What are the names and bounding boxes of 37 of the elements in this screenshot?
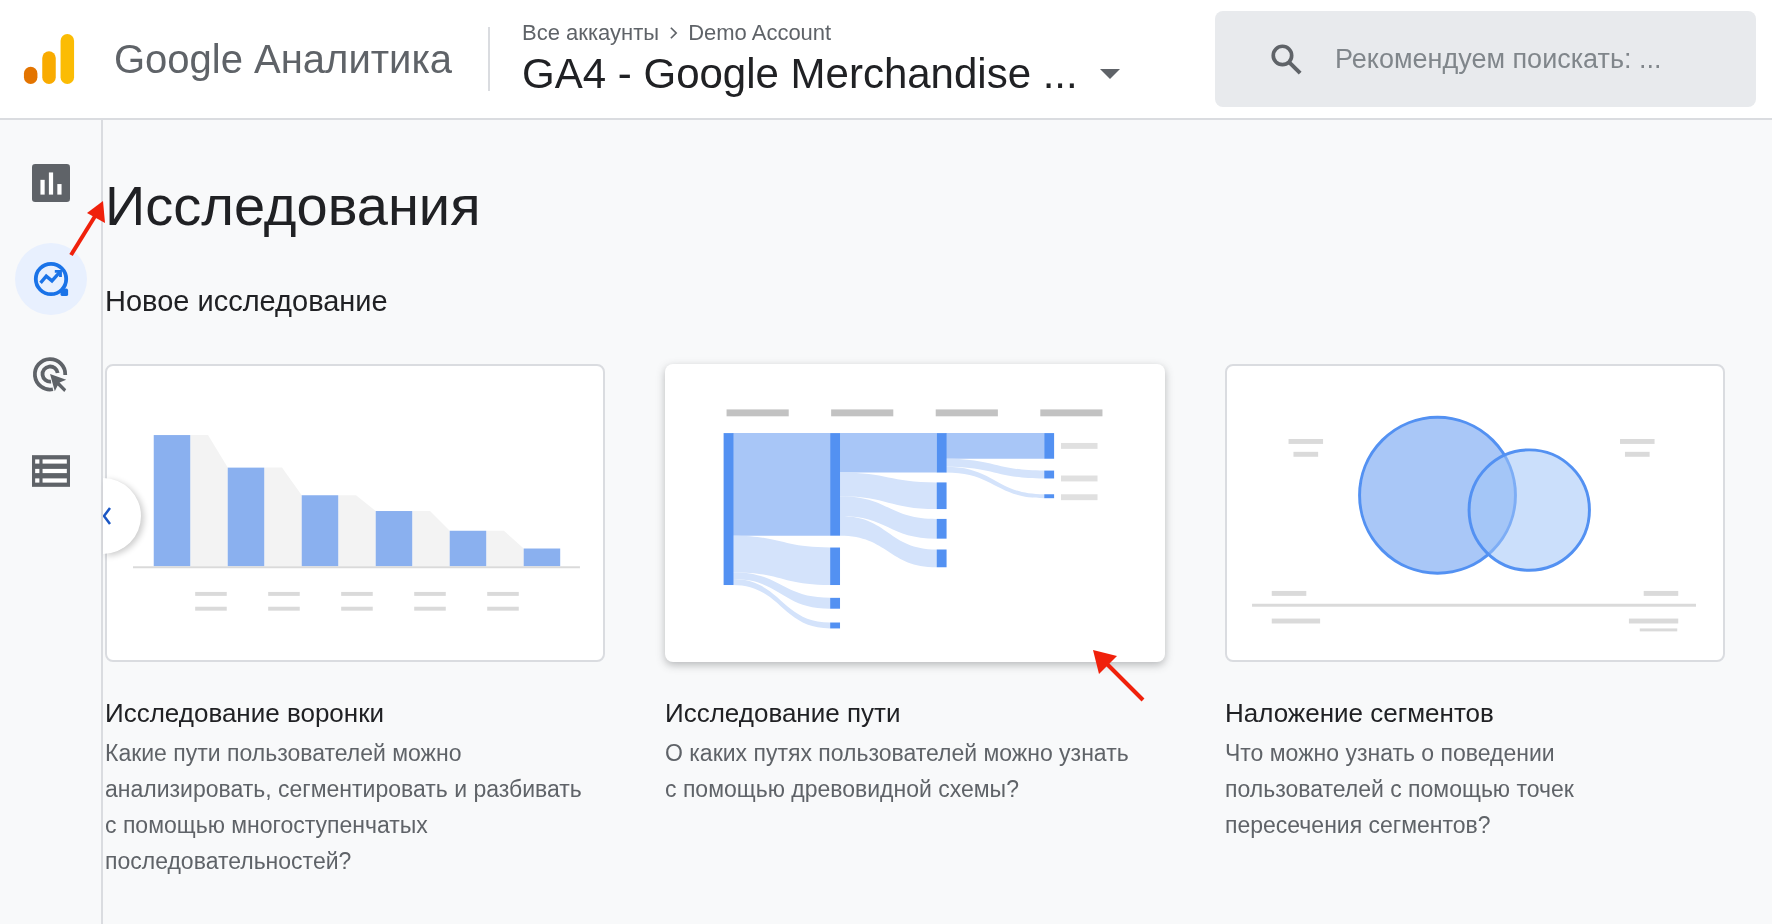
card-title: Наложение сегментов [1225,698,1494,730]
label-placeholder [268,592,300,611]
card-description: Какие пути пользователей можно анализировать, сегментировать и разбивать с помощью многоступенчатых последовательностей? [105,739,583,877]
caret-icon [1099,69,1120,79]
logo-icon [22,32,76,86]
funnel-bar [523,548,561,567]
label-placeholder [487,592,519,611]
breadcrumb-link[interactable]: Demo Account [688,20,832,46]
funnel-bar [449,530,487,567]
template-card[interactable] [105,364,605,663]
card-description: О каких путях пользователей можно узнать с помощью древовидной схемы? [665,739,1130,805]
section-heading: Новое исследование [105,285,389,319]
page-title: Исследования [105,173,482,239]
funnel-dropoff-shade [486,530,524,567]
label-placeholder [195,592,227,611]
label-placeholder [341,592,373,611]
search-field[interactable]: Рекомендуем поискать: ... [1215,11,1756,107]
funnel-dropoff-shade [412,511,450,567]
card-description: Что можно узнать о поведении пользователей с помощью точек пересечения сегментов? [1225,739,1575,841]
trend-chart-icon [31,260,70,298]
list-icon [31,452,70,490]
breadcrumb-link[interactable]: Все аккаунты [522,20,660,46]
product-name: Google Аналитика [114,36,453,82]
funnel-bar [375,511,413,567]
funnel-bar [301,495,339,567]
search-icon [1269,42,1303,76]
chevron-right-icon [669,26,679,40]
chevron-left-icon [103,506,111,526]
funnel-dropoff-shade [338,495,376,567]
bar-chart-icon [31,164,70,202]
card-title: Исследование пути [665,698,901,730]
label-placeholder [414,592,446,611]
annotation-arrow [67,199,107,259]
annotation-arrow [1091,648,1147,704]
property-selector[interactable]: GA4 - Google Merchandise ... [522,50,1120,98]
card-title: Исследование воронки [105,698,385,730]
target-cursor-icon [31,356,70,394]
